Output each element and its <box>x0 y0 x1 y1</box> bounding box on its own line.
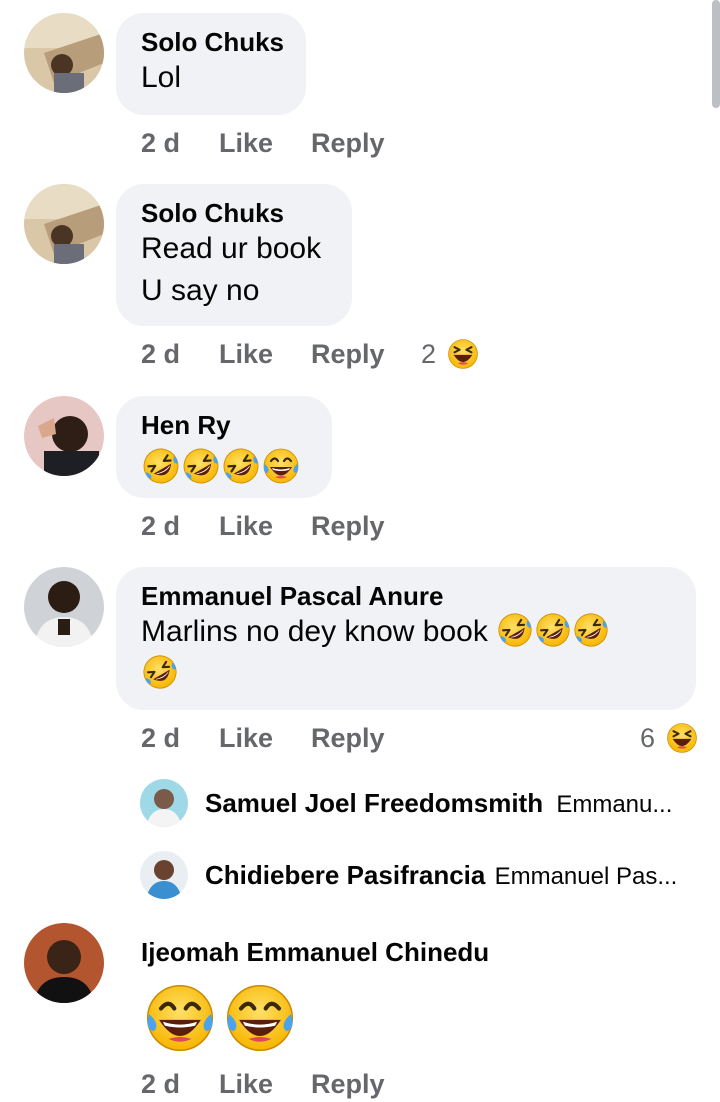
joy-emoji-icon <box>261 446 301 486</box>
reaction-count: 6 <box>640 723 656 753</box>
comment-time[interactable]: 2 d <box>141 1066 180 1102</box>
rofl-emoji-icon <box>141 446 181 486</box>
comment-time[interactable]: 2 d <box>141 508 180 544</box>
like-button[interactable]: Like <box>219 1066 273 1102</box>
comment-emoji-row <box>141 446 308 486</box>
reply-preview[interactable]: Samuel Joel Freedomsmith Emmanu... <box>205 787 672 821</box>
avatar[interactable] <box>24 923 104 1003</box>
comment-author[interactable]: Hen Ry <box>141 410 308 440</box>
reaction-summary[interactable]: 6 <box>640 720 699 756</box>
rofl-emoji-icon <box>181 446 221 486</box>
joy-emoji-icon <box>140 980 220 1056</box>
reply-button[interactable]: Reply <box>311 1066 385 1102</box>
comment-author[interactable]: Emmanuel Pascal Anure <box>141 581 672 611</box>
rofl-emoji-icon <box>141 653 179 691</box>
comment-bubble: Emmanuel Pascal Anure Marlins no dey kno… <box>116 567 696 710</box>
comment-text: Read ur book <box>141 232 322 265</box>
comment-text: Marlins no dey know book <box>141 611 672 653</box>
reply-button[interactable]: Reply <box>311 125 385 161</box>
rofl-emoji-icon <box>221 446 261 486</box>
comment-bubble: Solo Chuks Read ur book U say no <box>116 184 352 326</box>
comment-author[interactable]: Solo Chuks <box>141 198 328 228</box>
avatar[interactable] <box>140 851 188 899</box>
like-button[interactable]: Like <box>219 508 273 544</box>
reply-snippet: Emmanuel Pas... <box>494 863 678 890</box>
rofl-emoji-icon <box>534 611 572 649</box>
avatar[interactable] <box>24 396 104 476</box>
haha-reaction-icon <box>665 721 699 755</box>
comment-time[interactable]: 2 d <box>141 336 180 372</box>
avatar[interactable] <box>24 567 104 647</box>
reply-snippet: Emmanu... <box>556 791 673 818</box>
comment-time[interactable]: 2 d <box>141 125 180 161</box>
rofl-emoji-icon <box>572 611 610 649</box>
comment-content: Ijeomah Emmanuel Chinedu <box>141 937 489 967</box>
comment-bubble: Solo Chuks Lol <box>116 13 306 115</box>
comment-text: U say no <box>141 274 260 307</box>
comment-author[interactable]: Ijeomah Emmanuel Chinedu <box>141 937 489 967</box>
comment-time[interactable]: 2 d <box>141 720 180 756</box>
like-button[interactable]: Like <box>219 125 273 161</box>
avatar[interactable] <box>140 779 188 827</box>
reply-button[interactable]: Reply <box>311 720 385 756</box>
like-button[interactable]: Like <box>219 720 273 756</box>
reaction-summary[interactable]: 2 <box>421 336 480 372</box>
avatar[interactable] <box>24 184 104 264</box>
comment-author[interactable]: Solo Chuks <box>141 27 284 57</box>
comment-text: Lol <box>141 61 182 94</box>
reply-item[interactable]: Chidiebere Pasifrancia Emmanuel Pas... <box>0 851 720 899</box>
comment-bubble: Hen Ry <box>116 396 332 498</box>
reply-button[interactable]: Reply <box>311 336 385 372</box>
comment-text-body: Marlins no dey know book <box>141 615 488 648</box>
like-button[interactable]: Like <box>219 336 273 372</box>
reply-button[interactable]: Reply <box>311 508 385 544</box>
reply-item[interactable]: Samuel Joel Freedomsmith Emmanu... <box>0 779 720 827</box>
reply-preview[interactable]: Chidiebere Pasifrancia Emmanuel Pas... <box>205 859 677 893</box>
joy-emoji-icon <box>220 980 300 1056</box>
reaction-count: 2 <box>421 339 437 369</box>
reply-author[interactable]: Chidiebere Pasifrancia <box>205 860 485 890</box>
reply-author[interactable]: Samuel Joel Freedomsmith <box>205 788 543 818</box>
rofl-emoji-icon <box>496 611 534 649</box>
comment-emoji-row <box>141 653 672 693</box>
avatar[interactable] <box>24 13 104 93</box>
haha-reaction-icon <box>446 337 480 371</box>
scrollbar[interactable] <box>712 0 720 108</box>
comment-emoji-row <box>140 980 300 1056</box>
